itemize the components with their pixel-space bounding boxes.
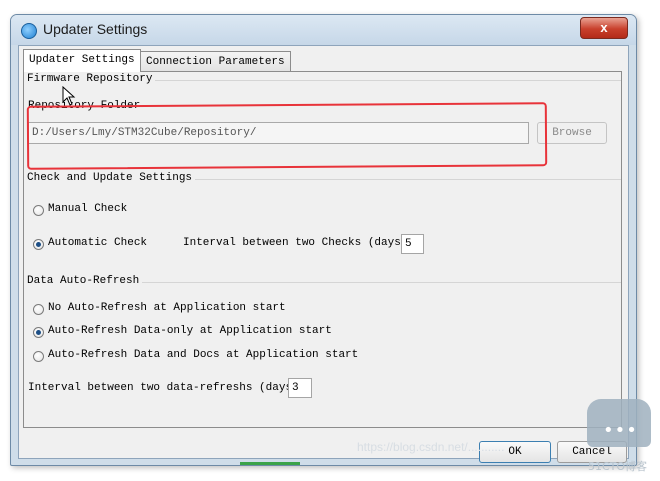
red-annotation-highlight — [26, 102, 548, 170]
no-auto-refresh-radio[interactable] — [33, 304, 44, 315]
window-title: Updater Settings — [43, 21, 148, 37]
refresh-interval-label: Interval between two data-refreshs (days… — [28, 382, 299, 394]
watermark-dots: ••• — [603, 420, 638, 441]
manual-check-radio[interactable] — [33, 205, 44, 216]
refresh-interval-input[interactable]: 3 — [288, 378, 312, 398]
auto-refresh-data-label[interactable]: Auto-Refresh Data-only at Application st… — [48, 325, 332, 337]
manual-check-label[interactable]: Manual Check — [48, 203, 127, 215]
tab-updater-settings[interactable]: Updater Settings — [23, 49, 141, 72]
close-button[interactable]: x — [580, 17, 628, 39]
tab-connection-parameters[interactable]: Connection Parameters — [140, 51, 291, 73]
watermark-site: 51CTO博客 — [588, 460, 648, 473]
automatic-check-radio[interactable] — [33, 239, 44, 250]
title-bar[interactable]: Updater Settings x — [11, 15, 636, 45]
updater-settings-dialog: Updater Settings x Updater Settings Conn… — [10, 14, 637, 466]
firmware-repository-title: Firmware Repository — [27, 73, 156, 85]
browse-button[interactable]: Browse — [537, 122, 607, 144]
mouse-pointer-icon — [62, 86, 76, 106]
check-interval-input[interactable]: 5 — [401, 234, 424, 254]
app-icon — [21, 23, 37, 39]
check-interval-label: Interval between two Checks (days) — [183, 237, 408, 249]
check-update-title: Check and Update Settings — [27, 172, 196, 184]
automatic-check-label[interactable]: Automatic Check — [48, 237, 147, 249]
data-refresh-title: Data Auto-Refresh — [27, 275, 143, 287]
taskbar-indicator — [240, 462, 300, 465]
auto-refresh-data-radio[interactable] — [33, 327, 44, 338]
no-auto-refresh-label[interactable]: No Auto-Refresh at Application start — [48, 302, 286, 314]
auto-refresh-data-docs-label[interactable]: Auto-Refresh Data and Docs at Applicatio… — [48, 349, 358, 361]
auto-refresh-data-docs-radio[interactable] — [33, 351, 44, 362]
watermark-url: https://blog.csdn.net/........... — [357, 440, 505, 454]
